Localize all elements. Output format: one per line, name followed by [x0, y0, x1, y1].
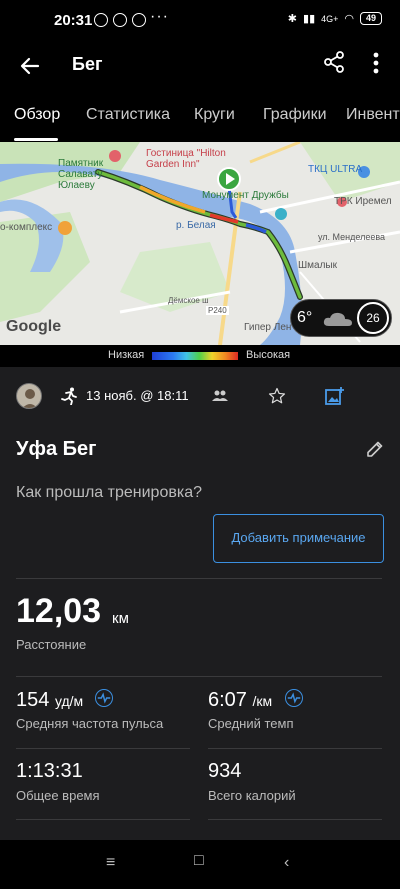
whatsapp-icon	[94, 13, 108, 27]
tab-charts[interactable]: Графики	[263, 106, 327, 124]
map-label-mendeleev: ул. Менделеева	[318, 232, 386, 242]
pace-chart-icon[interactable]	[285, 689, 303, 707]
status-time: 20:31	[54, 12, 93, 29]
map-label-salavat: Памятник Салавату Юлаеву	[58, 158, 104, 191]
map-label-giper: Гипер Лен	[244, 322, 292, 333]
sync-icon	[132, 13, 146, 27]
map-label-demskoe: Дёмское ш	[168, 296, 209, 305]
pace-value: 6:07	[208, 689, 247, 711]
map-label-shmalyk: Шмалык	[298, 260, 337, 271]
divider	[16, 676, 382, 677]
time-value: 1:13:31	[16, 760, 83, 782]
wind-speed: 26	[357, 302, 389, 334]
cloud-icon	[323, 312, 352, 326]
status-right-icons: ✱ ▮▮ 4G+ ◠ 49	[288, 12, 382, 25]
star-icon[interactable]	[268, 387, 286, 405]
pace-stat: 6:07 /км	[208, 689, 272, 712]
pace-label: Средний темп	[208, 716, 294, 731]
battery-icon: 49	[360, 12, 382, 25]
activity-details: 13 нояб. @ 18:11 Уфа Бег Как прошла трен…	[0, 367, 400, 840]
activity-meta: 13 нояб. @ 18:11	[0, 379, 400, 415]
hr-stat: 154 уд/м	[16, 689, 83, 712]
divider	[16, 819, 190, 820]
map-label-r240: Р240	[206, 306, 229, 315]
share-icon[interactable]	[322, 50, 346, 74]
tab-inventory[interactable]: Инвента	[346, 106, 400, 124]
map-label-belaya: р. Белая	[176, 220, 216, 231]
bluetooth-icon: ✱	[287, 13, 298, 25]
weather-temp: 6°	[297, 309, 313, 326]
pace-unit: /км	[252, 693, 273, 709]
tab-laps[interactable]: Круги	[194, 106, 235, 124]
avatar[interactable]	[16, 383, 42, 409]
time-label: Общее время	[16, 788, 100, 803]
running-icon	[61, 387, 77, 405]
map-label-monument: Монумент Дружбы	[202, 190, 289, 201]
weather-badge: 6° 26	[290, 299, 392, 337]
home-icon[interactable]: □	[194, 852, 204, 870]
status-notification-icons	[94, 13, 146, 27]
wifi-icon: ◠	[344, 13, 354, 25]
basketball-icon	[113, 13, 127, 27]
system-nav-bar: ≡ □ ‹	[0, 840, 400, 889]
divider	[16, 748, 190, 749]
active-tab-indicator	[14, 138, 58, 141]
calories-value: 934	[208, 760, 242, 782]
add-photo-icon[interactable]	[324, 386, 344, 406]
map-label-complex: о-комплекс	[0, 222, 53, 233]
page-title: Бег	[72, 54, 103, 74]
map-label-hilton: Гостиница "Hilton Garden Inn"	[146, 148, 226, 170]
recents-icon[interactable]: ≡	[106, 854, 115, 872]
hr-label: Средняя частота пульса	[16, 716, 164, 731]
divider	[208, 748, 382, 749]
divider	[208, 819, 382, 820]
tab-overview[interactable]: Обзор	[14, 106, 60, 124]
map-label-iremel: ТРК Иремел	[334, 196, 392, 207]
people-icon[interactable]	[212, 389, 228, 403]
app-bar: Бег	[0, 42, 400, 96]
heart-rate-icon[interactable]	[95, 689, 113, 707]
legend-high: Высокая	[246, 349, 291, 361]
signal-icon: ▮▮	[303, 13, 316, 25]
more-notifications-icon: ···	[150, 8, 169, 25]
google-logo: Google	[6, 318, 62, 335]
legend-low: Низкая	[108, 349, 145, 361]
hr-value: 154	[16, 689, 50, 711]
distance-label: Расстояние	[16, 637, 87, 652]
tab-bar: Обзор Статистика Круги Графики Инвента	[0, 100, 400, 142]
hr-unit: уд/м	[54, 693, 84, 709]
arrow-left-icon[interactable]	[18, 54, 42, 78]
edit-icon[interactable]	[366, 440, 384, 458]
activity-date: 13 нояб. @ 18:11	[86, 388, 189, 403]
feedback-question: Как прошла тренировка?	[16, 484, 202, 501]
map-label-ultra: ТКЦ ULTRA	[308, 164, 363, 175]
intensity-legend: Низкая Высокая	[0, 345, 400, 367]
activity-title: Уфа Бег	[16, 438, 97, 460]
legend-gradient	[152, 352, 238, 360]
nav-back-icon[interactable]: ‹	[284, 854, 289, 872]
distance-unit: км	[112, 610, 129, 627]
distance-value: 12,03	[16, 592, 102, 630]
more-vert-icon[interactable]	[366, 50, 386, 76]
divider	[16, 578, 382, 579]
route-map[interactable]: Памятник Салавату Юлаеву Гостиница "Hilt…	[0, 142, 400, 345]
add-note-button[interactable]: Добавить примечание	[213, 514, 384, 563]
status-bar: 20:31 ··· ✱ ▮▮ 4G+ ◠ 49	[0, 0, 400, 42]
calories-label: Всего калорий	[208, 788, 296, 803]
tab-statistics[interactable]: Статистика	[86, 106, 170, 124]
network-type: 4G+	[321, 13, 339, 24]
